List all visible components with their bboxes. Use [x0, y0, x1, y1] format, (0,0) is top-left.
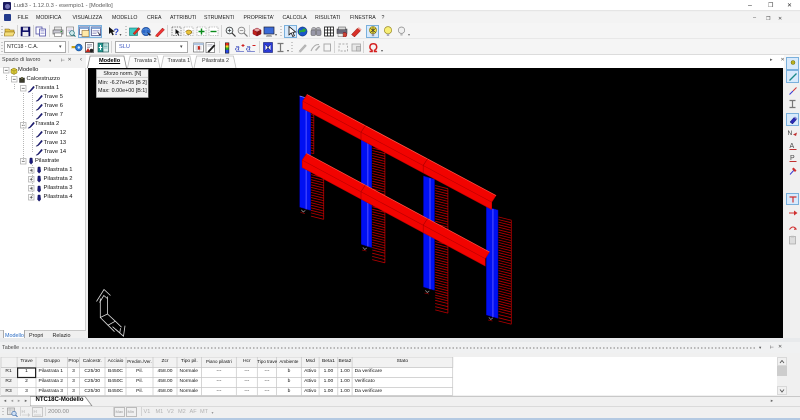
svg-text:N: N	[788, 130, 793, 137]
svg-text:?: ?	[113, 27, 119, 37]
svg-text:a: a	[235, 43, 240, 53]
svg-text:H: H	[33, 409, 36, 414]
svg-text:a: a	[246, 43, 251, 53]
svg-text:H: H	[22, 409, 25, 414]
svg-text:P: P	[790, 155, 795, 162]
svg-text:A: A	[789, 143, 794, 150]
